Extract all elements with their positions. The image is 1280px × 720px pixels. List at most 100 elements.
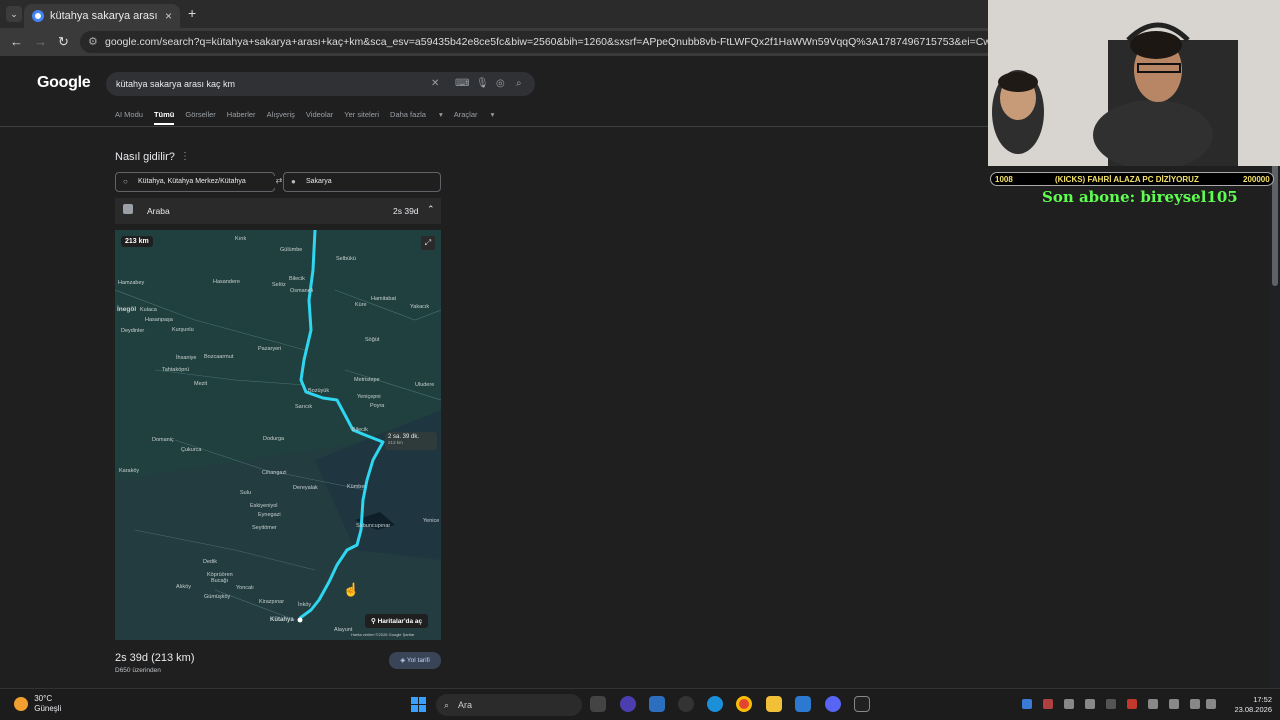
town-label: Gülümbe bbox=[280, 247, 303, 253]
town-label: Bilecik bbox=[289, 276, 305, 282]
keyboard-icon[interactable]: ⌨ bbox=[455, 72, 469, 96]
directions-button[interactable]: ◈ Yol tarifi bbox=[389, 652, 441, 669]
back-icon[interactable]: ← bbox=[10, 34, 23, 49]
google-favicon-icon bbox=[32, 10, 44, 22]
clock[interactable]: 17:52 23.08.2026 bbox=[1222, 695, 1272, 715]
route-time-bubble[interactable]: 2 sa. 39 dk. 213 km bbox=[385, 432, 437, 450]
town-label: İhsaniye bbox=[176, 355, 197, 361]
directions-icon: ◈ bbox=[400, 657, 406, 664]
clear-icon[interactable]: ✕ bbox=[431, 72, 439, 96]
town-label: Hasandere bbox=[213, 279, 240, 285]
tray-icon[interactable] bbox=[1064, 699, 1074, 709]
tab-news[interactable]: Haberler bbox=[227, 110, 256, 125]
directions-title: Nasıl gidilir? bbox=[115, 151, 175, 163]
weather-widget[interactable]: 30°C Güneşli bbox=[14, 694, 61, 714]
expand-map-icon[interactable]: ⤢ bbox=[421, 236, 435, 250]
new-tab-button[interactable]: + bbox=[188, 5, 196, 21]
destination-field[interactable]: ● Sakarya bbox=[283, 172, 441, 192]
site-info-icon[interactable]: ⚙ bbox=[88, 31, 98, 53]
network-icon[interactable] bbox=[1190, 699, 1200, 709]
town-label: Kurşunlu bbox=[172, 327, 194, 333]
active-tab[interactable]: kütahya sakarya arası kaç km - × bbox=[24, 4, 180, 28]
tray-icon[interactable] bbox=[1127, 699, 1137, 709]
town-label: Sulu bbox=[240, 490, 252, 496]
date: 23.08.2026 bbox=[1234, 705, 1272, 714]
open-in-maps-button[interactable]: ⚲ Haritalar'da aç bbox=[365, 614, 429, 628]
goal-target: 200000 bbox=[1243, 175, 1270, 184]
tray-icon[interactable] bbox=[1043, 699, 1053, 709]
travel-time: 2s 39d bbox=[393, 206, 419, 216]
town-label: Tahtaköprü bbox=[162, 367, 190, 373]
tray-icon[interactable] bbox=[1106, 699, 1116, 709]
town-label: Bucağı bbox=[211, 578, 229, 584]
more-options-icon[interactable]: ⋮ bbox=[180, 151, 190, 162]
origin-field[interactable]: ○ Kütahya, Kütahya Merkez/Kütahya bbox=[115, 172, 275, 192]
chevron-up-icon[interactable]: ⌃ bbox=[427, 204, 435, 215]
town-label: Dereyalak bbox=[293, 485, 318, 491]
chrome-icon[interactable] bbox=[736, 696, 752, 712]
microphone-icon[interactable] bbox=[1169, 699, 1179, 709]
town-label: Dedik bbox=[203, 559, 218, 565]
address-bar[interactable]: ⚙ google.com/search?q=kütahya+sakarya+ar… bbox=[80, 31, 988, 53]
town-label: Bilecik bbox=[352, 427, 368, 433]
destination-pin-icon: ● bbox=[291, 177, 296, 186]
webcam-overlay bbox=[988, 0, 1280, 166]
start-button[interactable] bbox=[411, 697, 426, 712]
tray-icon[interactable] bbox=[1085, 699, 1095, 709]
task-view-icon[interactable] bbox=[590, 696, 606, 712]
town-label: Hasanpaşa bbox=[145, 317, 173, 323]
town-label: Metristepe bbox=[354, 377, 380, 383]
town-label: Seyitömer bbox=[252, 525, 277, 531]
taskbar: 30°C Güneşli ⌕ Ara 17:52 23.08.2026 bbox=[0, 688, 1280, 720]
travel-mode-row[interactable]: Araba 2s 39d ⌃ bbox=[115, 198, 441, 224]
tab-tools[interactable]: Araçlar ▾ bbox=[454, 110, 495, 125]
bubble-distance: 213 km bbox=[388, 440, 403, 445]
app-icon[interactable] bbox=[854, 696, 870, 712]
app-icon[interactable] bbox=[620, 696, 636, 712]
tray-icon[interactable] bbox=[1148, 699, 1158, 709]
reload-icon[interactable]: ↻ bbox=[58, 34, 69, 50]
forward-icon[interactable]: → bbox=[34, 34, 47, 49]
header-divider bbox=[0, 126, 988, 127]
town-label: Poyra bbox=[370, 403, 385, 409]
town-label: Yoncalı bbox=[236, 585, 254, 591]
tab-images[interactable]: Görseller bbox=[185, 110, 215, 125]
town-label: Selbükü bbox=[336, 256, 356, 262]
town-label: Hamzabey bbox=[118, 280, 145, 286]
taskbar-search[interactable]: ⌕ Ara bbox=[436, 694, 582, 716]
browser-toolbar: ← → ↻ ⚙ google.com/search?q=kütahya+saka… bbox=[0, 28, 988, 56]
town-label: Kirazpınar bbox=[259, 599, 285, 605]
map-pin-icon: ⚲ bbox=[371, 618, 376, 625]
town-label: Deydinler bbox=[121, 328, 145, 334]
town-label: Sabuncupınar bbox=[356, 523, 391, 529]
tab-close-icon[interactable]: × bbox=[165, 9, 172, 23]
tab-more[interactable]: Daha fazla ▾ bbox=[390, 110, 443, 125]
microphone-icon[interactable]: 🎙 bbox=[476, 72, 489, 96]
app-icon[interactable] bbox=[649, 696, 665, 712]
town-label: Kütahya bbox=[270, 617, 294, 623]
tab-places[interactable]: Yer siteleri bbox=[344, 110, 379, 125]
lens-icon[interactable]: ◎ bbox=[496, 72, 505, 96]
google-logo[interactable]: Google bbox=[37, 74, 91, 92]
edge-icon[interactable] bbox=[707, 696, 723, 712]
search-input[interactable]: kütahya sakarya arası kaç km ✕ ⌨ 🎙 ◎ ⌕ bbox=[106, 72, 535, 96]
app-icon[interactable] bbox=[678, 696, 694, 712]
app-icon[interactable] bbox=[795, 696, 811, 712]
tab-all[interactable]: Tümü bbox=[153, 110, 175, 125]
tab-videos[interactable]: Videolar bbox=[306, 110, 333, 125]
tab-search-button[interactable]: ⌄ bbox=[6, 6, 22, 22]
stream-goal-bar: 1008 (KICKS) FAHRİ ALAZA PC DİZİYORUZ 20… bbox=[990, 172, 1274, 186]
search-icon[interactable]: ⌕ bbox=[516, 72, 522, 96]
travel-mode-label: Araba bbox=[147, 206, 170, 216]
town-label: Dodurga bbox=[263, 436, 285, 442]
tray-icon[interactable] bbox=[1022, 699, 1032, 709]
discord-icon[interactable] bbox=[825, 696, 841, 712]
tab-ai-mode[interactable]: AI Modu bbox=[115, 110, 143, 125]
file-explorer-icon[interactable] bbox=[766, 696, 782, 712]
volume-icon[interactable] bbox=[1206, 699, 1216, 709]
town-label: Domaniç bbox=[152, 437, 174, 443]
route-map[interactable]: 213 km ⤢ Kırık Gülümbe Selbükü Hasandere… bbox=[115, 230, 441, 640]
tab-shopping[interactable]: Alışveriş bbox=[267, 110, 295, 125]
town-label: Hamitabat bbox=[371, 296, 397, 302]
town-label: Kulaca bbox=[140, 307, 157, 313]
